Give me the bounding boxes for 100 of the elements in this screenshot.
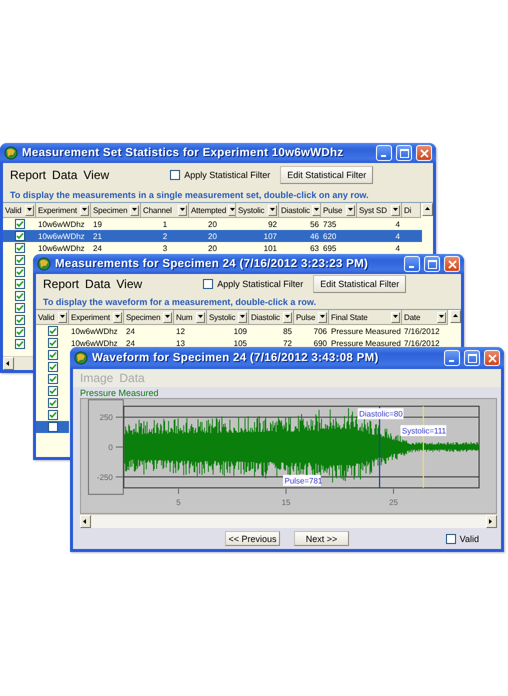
next-button[interactable]: Next >> xyxy=(294,531,349,546)
row-checkbox[interactable] xyxy=(14,255,24,265)
dropdown-button[interactable] xyxy=(228,204,235,216)
edit-filter-button[interactable]: Edit Statistical Filter xyxy=(280,166,374,184)
row-checkbox[interactable] xyxy=(48,422,58,432)
row-checkbox[interactable] xyxy=(14,267,24,277)
dropdown-button[interactable] xyxy=(130,204,139,216)
close-button[interactable] xyxy=(444,256,460,272)
column-header[interactable]: Valid xyxy=(3,203,36,218)
row-checkbox[interactable] xyxy=(48,350,58,360)
menu-item[interactable]: Report xyxy=(7,168,50,182)
filter-checkbox[interactable] xyxy=(203,279,214,289)
table-cell: 24 xyxy=(93,244,102,252)
dropdown-button[interactable] xyxy=(238,312,247,322)
horizontal-scrollbar[interactable] xyxy=(80,514,497,528)
menu-item[interactable]: View xyxy=(80,168,112,182)
row-checkbox[interactable] xyxy=(14,339,24,349)
column-header[interactable]: Systolic xyxy=(236,203,279,218)
down-arrow-icon xyxy=(285,314,290,320)
minimize-button[interactable] xyxy=(404,256,420,272)
edit-filter-button[interactable]: Edit Statistical Filter xyxy=(313,275,406,293)
minimize-button[interactable] xyxy=(444,350,460,366)
row-checkbox[interactable] xyxy=(48,374,58,384)
dropdown-button[interactable] xyxy=(346,204,355,216)
column-header[interactable]: Syst SD xyxy=(357,203,402,218)
column-label: Syst SD xyxy=(359,206,388,214)
row-checkbox[interactable] xyxy=(14,303,24,313)
column-header[interactable]: Pulse xyxy=(321,203,357,218)
row-checkbox[interactable] xyxy=(48,398,58,408)
maximize-button[interactable] xyxy=(424,256,440,272)
dropdown-button[interactable] xyxy=(312,204,320,216)
row-checkbox[interactable] xyxy=(14,231,24,241)
scroll-left-button[interactable] xyxy=(80,515,91,528)
row-checkbox[interactable] xyxy=(48,326,58,336)
dropdown-button[interactable] xyxy=(80,204,89,216)
maximize-button[interactable] xyxy=(464,350,480,366)
selected-row[interactable]: 10w6wWDhz 21 2 20 107 46 620 4 xyxy=(3,230,422,242)
window-title: Measurement Set Statistics for Experiment 10w6wWDhz xyxy=(22,147,344,159)
table-row[interactable]: 10w6wWDhz 24 12 109 85 706 Pressure Measured 7/16/2012 xyxy=(36,325,450,337)
row-checkbox[interactable] xyxy=(48,338,58,348)
dropdown-button[interactable] xyxy=(391,204,400,216)
column-header[interactable]: Valid xyxy=(36,310,69,325)
column-header[interactable]: Experiment xyxy=(36,203,91,218)
menu-item[interactable]: Data xyxy=(82,277,114,291)
row-checkbox[interactable] xyxy=(14,291,24,301)
column-header[interactable]: Diastolic xyxy=(249,310,294,325)
column-header[interactable]: Systolic xyxy=(207,310,249,325)
dropdown-button[interactable] xyxy=(283,312,292,322)
checkbox-label: Apply Statistical Filter xyxy=(184,170,270,180)
row-checkbox[interactable] xyxy=(48,410,58,420)
column-header[interactable]: Attempted xyxy=(189,203,236,218)
column-label: Di xyxy=(404,206,412,214)
row-checkbox[interactable] xyxy=(48,386,58,396)
scroll-up-button[interactable] xyxy=(422,203,433,216)
down-arrow-icon xyxy=(393,208,398,212)
column-header[interactable]: Specimen xyxy=(91,203,141,218)
maximize-button[interactable] xyxy=(396,145,412,161)
row-checkbox[interactable] xyxy=(14,327,24,337)
dropdown-button[interactable] xyxy=(113,312,122,322)
scroll-right-button[interactable] xyxy=(486,515,497,528)
table-row[interactable]: 10w6wWDhz 19 1 20 92 56 735 4 xyxy=(3,218,422,230)
scroll-left-button[interactable] xyxy=(3,357,14,370)
row-checkbox[interactable] xyxy=(14,219,24,229)
dropdown-button[interactable] xyxy=(163,312,172,322)
row-checkbox[interactable] xyxy=(14,279,24,289)
valid-checkbox[interactable] xyxy=(446,534,456,544)
row-checkbox[interactable] xyxy=(14,315,24,325)
dropdown-button[interactable] xyxy=(391,312,400,322)
column-header[interactable]: Date xyxy=(402,310,448,325)
dropdown-button[interactable] xyxy=(178,204,187,216)
column-header[interactable]: Di xyxy=(402,203,421,218)
close-button[interactable] xyxy=(484,350,500,366)
column-header[interactable]: Diastolic xyxy=(279,203,321,218)
previous-button[interactable]: << Previous xyxy=(225,531,280,546)
row-checkbox[interactable] xyxy=(48,362,58,372)
column-header[interactable]: Final State xyxy=(329,310,402,325)
menu-item[interactable]: Data xyxy=(49,168,80,182)
column-header[interactable]: Num xyxy=(174,310,207,325)
dropdown-button[interactable] xyxy=(437,312,446,322)
filter-checkbox[interactable] xyxy=(170,170,180,180)
dropdown-button[interactable] xyxy=(58,312,67,322)
table-row[interactable]: 10w6wWDhz 24 3 20 101 63 695 4 xyxy=(3,242,422,254)
dropdown-button[interactable] xyxy=(25,204,34,216)
column-header[interactable]: Channel xyxy=(141,203,189,218)
scroll-up-button[interactable] xyxy=(450,310,461,323)
column-header[interactable]: Experiment xyxy=(69,310,124,325)
close-button[interactable] xyxy=(416,145,432,161)
column-label: Valid xyxy=(5,206,22,214)
selected-row[interactable] xyxy=(36,421,69,433)
table-row[interactable]: 10w6wWDhz 24 13 105 72 690 Pressure Measured 7/16/2012 xyxy=(36,337,450,349)
dropdown-button[interactable] xyxy=(196,312,205,322)
menu-item[interactable]: Report xyxy=(40,277,82,291)
dropdown-button[interactable] xyxy=(268,204,277,216)
column-header[interactable]: Pulse xyxy=(294,310,329,325)
row-checkbox[interactable] xyxy=(14,243,24,253)
column-header[interactable]: Specimen xyxy=(124,310,174,325)
hint-text: To display the measurements in a single measurement set, double-click on any row. xyxy=(9,188,370,202)
dropdown-button[interactable] xyxy=(318,312,327,322)
menu-item[interactable]: View xyxy=(113,277,146,291)
minimize-button[interactable] xyxy=(376,145,392,161)
